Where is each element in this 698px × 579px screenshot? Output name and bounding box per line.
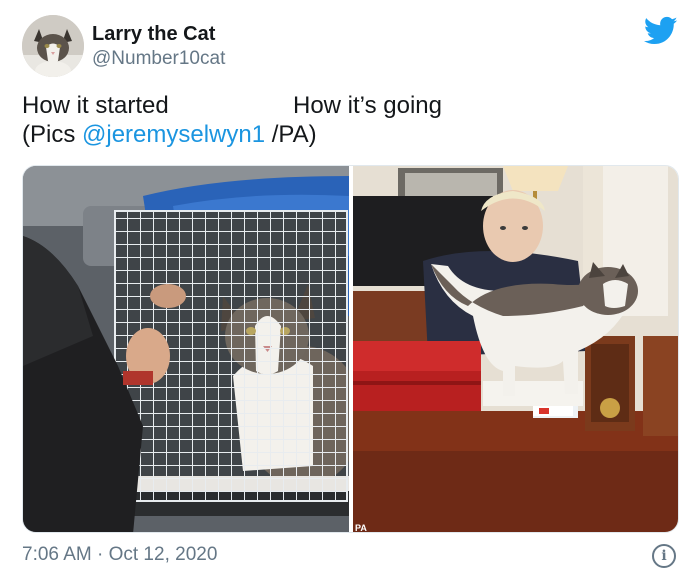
tweet-timestamp[interactable]: 7:06 AM · Oct 12, 2020 [22,543,217,567]
tweet-text-how-its-going: How it’s going [293,92,442,119]
credit-suffix: /PA) [265,121,317,148]
photo-credit: PA [355,523,367,533]
info-icon[interactable]: i [652,544,676,568]
tweet-card: Larry the Cat @Number10cat How it starte… [0,0,698,579]
display-name[interactable]: Larry the Cat [92,22,215,46]
mention-link[interactable]: @jeremyselwyn1 [82,121,265,148]
photo-how-it-started[interactable] [23,166,349,532]
cat-in-cage-image [23,166,349,532]
credit-prefix: (Pics [22,121,82,148]
photo-how-its-going[interactable]: PA [353,166,678,533]
user-handle[interactable]: @Number10cat [92,47,225,71]
tweet-text-credit-line: (Pics @jeremyselwyn1 /PA) [22,121,317,149]
cat-avatar-icon [22,15,84,77]
tweet-media: PA [22,165,679,533]
cat-on-desk-image [353,166,678,532]
avatar[interactable] [22,15,84,77]
tweet-text-how-it-started: How it started [22,92,169,119]
twitter-bird-icon[interactable] [643,16,678,46]
